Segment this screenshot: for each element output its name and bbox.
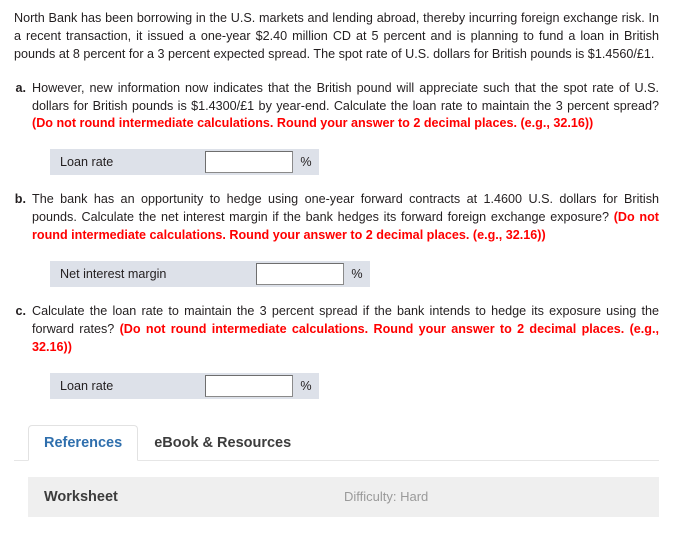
- table-row: Loan rate %: [50, 372, 319, 399]
- question-part-a: a. However, new information now indicate…: [14, 80, 659, 176]
- intro-paragraph: North Bank has been borrowing in the U.S…: [14, 11, 659, 61]
- part-marker-a: a.: [15, 80, 26, 95]
- worksheet-title: Worksheet: [44, 488, 118, 505]
- tab-ebook-and-resources[interactable]: eBook & Resources: [138, 425, 307, 461]
- tab-strip: References eBook & Resources: [28, 424, 659, 461]
- part-body-a: However, new information now indicates t…: [32, 80, 659, 176]
- tabs-section: References eBook & Resources: [14, 424, 659, 461]
- answer-label-c: Loan rate: [50, 372, 205, 399]
- tab-references[interactable]: References: [28, 424, 139, 461]
- question-part-b: b. The bank has an opportunity to hedge …: [14, 191, 659, 287]
- loan-rate-input-a[interactable]: [205, 151, 293, 174]
- part-instruction-c: (Do not round intermediate calculations.…: [32, 321, 659, 354]
- table-row: Loan rate %: [50, 149, 319, 176]
- answer-unit-b: %: [344, 260, 370, 287]
- answer-input-cell-b: [256, 260, 344, 287]
- part-body-b: The bank has an opportunity to hedge usi…: [32, 191, 659, 287]
- net-interest-margin-input-b[interactable]: [256, 262, 344, 285]
- table-row: Net interest margin %: [50, 260, 370, 287]
- worksheet-bar: Worksheet Difficulty: Hard: [28, 476, 659, 517]
- answer-table-b: Net interest margin %: [50, 260, 370, 287]
- answer-table-a: Loan rate %: [50, 149, 319, 176]
- part-text-b: The bank has an opportunity to hedge usi…: [32, 191, 659, 245]
- part-body-c: Calculate the loan rate to maintain the …: [32, 303, 659, 399]
- answer-input-cell-a: [205, 149, 293, 176]
- question-page: North Bank has been borrowing in the U.S…: [0, 0, 673, 517]
- part-instruction-a: (Do not round intermediate calculations.…: [32, 116, 594, 131]
- question-part-c: c. Calculate the loan rate to maintain t…: [14, 303, 659, 399]
- part-question-a: However, new information now indicates t…: [32, 80, 659, 113]
- part-question-b: The bank has an opportunity to hedge usi…: [32, 192, 659, 225]
- part-text-a: However, new information now indicates t…: [32, 80, 659, 134]
- answer-input-cell-c: [205, 372, 293, 399]
- part-text-c: Calculate the loan rate to maintain the …: [32, 303, 659, 357]
- answer-label-b: Net interest margin: [50, 260, 256, 287]
- loan-rate-input-c[interactable]: [205, 374, 293, 397]
- answer-table-c: Loan rate %: [50, 372, 319, 399]
- worksheet-difficulty-badge: Difficulty: Hard: [344, 489, 429, 505]
- part-marker-c: c.: [15, 303, 26, 318]
- answer-unit-c: %: [293, 372, 319, 399]
- answer-unit-a: %: [293, 149, 319, 176]
- answer-label-a: Loan rate: [50, 149, 205, 176]
- part-marker-b: b.: [14, 192, 26, 207]
